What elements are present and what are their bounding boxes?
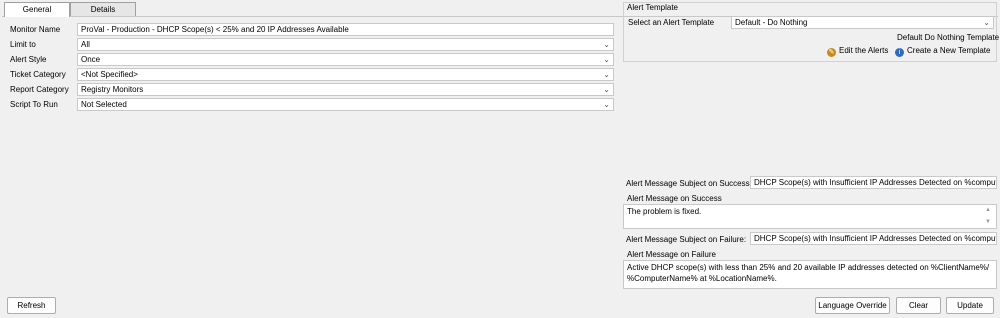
limit-to-value: All bbox=[81, 40, 90, 49]
create-template-link[interactable]: i Create a New Template bbox=[895, 45, 990, 57]
success-message-label: Alert Message on Success bbox=[627, 194, 722, 203]
script-to-run-select[interactable]: Not Selected ⌄ bbox=[77, 98, 614, 111]
limit-to-select[interactable]: All ⌄ bbox=[77, 38, 614, 51]
tab-general[interactable]: General bbox=[4, 2, 70, 17]
alert-template-title: Alert Template bbox=[627, 3, 678, 12]
create-template-label: Create a New Template bbox=[907, 46, 991, 55]
subject-failure-input[interactable]: DHCP Scope(s) with Insufficient IP Addre… bbox=[750, 232, 997, 245]
language-override-button[interactable]: Language Override bbox=[815, 297, 890, 314]
script-to-run-label: Script To Run bbox=[10, 100, 58, 109]
chevron-down-icon: ⌄ bbox=[603, 70, 610, 79]
select-template-label: Select an Alert Template bbox=[628, 18, 715, 27]
failure-message-textarea[interactable]: Active DHCP scope(s) with less than 25% … bbox=[623, 260, 997, 289]
chevron-down-icon: ⌄ bbox=[983, 18, 990, 27]
subject-success-label: Alert Message Subject on Success: bbox=[626, 179, 752, 188]
report-category-select[interactable]: Registry Monitors ⌄ bbox=[77, 83, 614, 96]
alert-template-select[interactable]: Default - Do Nothing ⌄ bbox=[731, 16, 994, 29]
subject-failure-label: Alert Message Subject on Failure: bbox=[626, 235, 747, 244]
clear-button[interactable]: Clear bbox=[896, 297, 941, 314]
monitor-name-input[interactable]: ProVal - Production - DHCP Scope(s) < 25… bbox=[77, 23, 614, 36]
scroll-up-icon[interactable]: ▲ bbox=[985, 207, 991, 213]
update-button[interactable]: Update bbox=[946, 297, 994, 314]
failure-message-line-2: %ComputerName% at %LocationName%. bbox=[627, 274, 777, 283]
alert-style-value: Once bbox=[81, 55, 101, 64]
template-name: Default Do Nothing Template bbox=[897, 33, 1000, 42]
info-icon: i bbox=[895, 48, 904, 57]
chevron-down-icon: ⌄ bbox=[603, 55, 610, 64]
limit-to-label: Limit to bbox=[10, 40, 36, 49]
ticket-category-label: Ticket Category bbox=[10, 70, 66, 79]
monitor-name-label: Monitor Name bbox=[10, 25, 61, 34]
failure-message-label: Alert Message on Failure bbox=[627, 250, 716, 259]
alert-style-label: Alert Style bbox=[10, 55, 47, 64]
ticket-category-value: <Not Specified> bbox=[81, 70, 138, 79]
subject-success-input[interactable]: DHCP Scope(s) with Insufficient IP Addre… bbox=[750, 176, 997, 189]
chevron-down-icon: ⌄ bbox=[603, 85, 610, 94]
chevron-down-icon: ⌄ bbox=[603, 100, 610, 109]
refresh-button[interactable]: Refresh bbox=[7, 297, 56, 314]
report-category-value: Registry Monitors bbox=[81, 85, 144, 94]
scroll-down-icon[interactable]: ▼ bbox=[985, 219, 991, 225]
alert-template-value: Default - Do Nothing bbox=[735, 18, 808, 27]
report-category-label: Report Category bbox=[10, 85, 69, 94]
alert-style-select[interactable]: Once ⌄ bbox=[77, 53, 614, 66]
edit-alerts-icon: ✎ bbox=[827, 48, 836, 57]
success-message-text: The problem is fixed. bbox=[627, 207, 702, 216]
ticket-category-select[interactable]: <Not Specified> ⌄ bbox=[77, 68, 614, 81]
failure-message-line-1: Active DHCP scope(s) with less than 25% … bbox=[627, 263, 990, 272]
chevron-down-icon: ⌄ bbox=[603, 40, 610, 49]
edit-alerts-label: Edit the Alerts bbox=[839, 46, 889, 55]
success-message-textarea[interactable]: The problem is fixed. bbox=[623, 204, 997, 229]
tab-details[interactable]: Details bbox=[70, 2, 136, 16]
script-to-run-value: Not Selected bbox=[81, 100, 127, 109]
edit-alerts-link[interactable]: ✎ Edit the Alerts bbox=[827, 45, 888, 57]
